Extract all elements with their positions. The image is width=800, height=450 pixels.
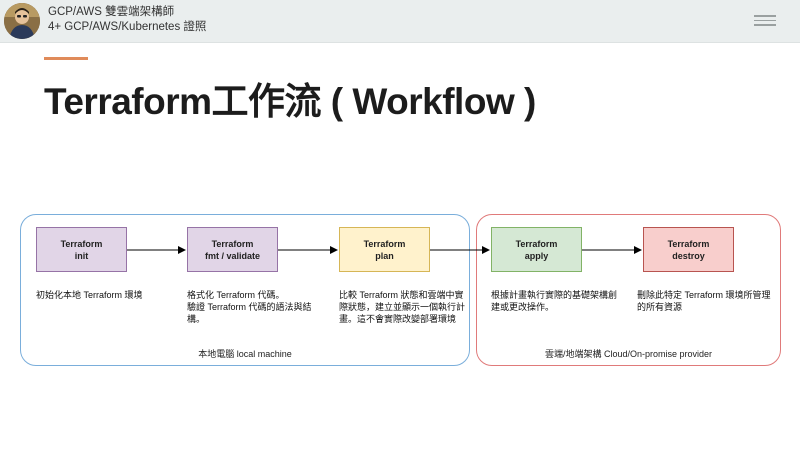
author-title: GCP/AWS 雙雲端架構師 bbox=[48, 6, 175, 18]
local-machine-label: 本地電腦 local machine bbox=[198, 349, 292, 359]
step-command: fmt / validate bbox=[204, 250, 260, 261]
step-name: Terraform bbox=[667, 238, 710, 249]
step-terraform-plan[interactable]: Terraform plan bbox=[339, 227, 430, 272]
step-name: Terraform bbox=[515, 238, 558, 249]
cloud-provider-label: 雲端/地端架構 Cloud/On-promise provider bbox=[544, 349, 713, 359]
step-command: init bbox=[74, 250, 89, 261]
step-terraform-apply[interactable]: Terraform apply bbox=[491, 227, 582, 272]
title-accent-line bbox=[44, 57, 88, 60]
step-command: apply bbox=[524, 250, 549, 261]
step-apply-description: 根據計畫執行實際的基礎架構創建或更改操作。 bbox=[491, 290, 618, 312]
avatar[interactable] bbox=[4, 3, 40, 39]
step-destroy-description: 刪除此特定 Terraform 環境所管理的所有資源 bbox=[637, 290, 771, 312]
step-command: destroy bbox=[672, 250, 705, 261]
page-title: Terraform工作流 ( Workflow ) bbox=[44, 81, 536, 122]
hamburger-menu-icon[interactable] bbox=[754, 15, 776, 29]
author-certifications: 4+ GCP/AWS/Kubernetes 證照 bbox=[48, 21, 207, 33]
step-command: plan bbox=[375, 250, 394, 261]
step-terraform-destroy[interactable]: Terraform destroy bbox=[643, 227, 734, 272]
step-plan-description: 比較 Terraform 狀態和雲端中實際狀態，建立並顯示一個執行計畫。這不會實… bbox=[339, 290, 466, 324]
step-terraform-init[interactable]: Terraform init bbox=[36, 227, 127, 272]
profile-photo-icon bbox=[4, 3, 40, 39]
header-bar: GCP/AWS 雙雲端架構師 4+ GCP/AWS/Kubernetes 證照 bbox=[0, 0, 800, 43]
step-name: Terraform bbox=[211, 238, 254, 249]
author-info: GCP/AWS 雙雲端架構師 4+ GCP/AWS/Kubernetes 證照 bbox=[48, 5, 206, 35]
step-terraform-fmt-validate[interactable]: Terraform fmt / validate bbox=[187, 227, 278, 272]
step-name: Terraform bbox=[363, 238, 406, 249]
step-name: Terraform bbox=[60, 238, 103, 249]
step-init-description: 初始化本地 Terraform 環境 bbox=[36, 290, 143, 300]
step-fmt-validate-description: 格式化 Terraform 代碼。 驗證 Terraform 代碼的語法與結構。 bbox=[187, 290, 312, 324]
